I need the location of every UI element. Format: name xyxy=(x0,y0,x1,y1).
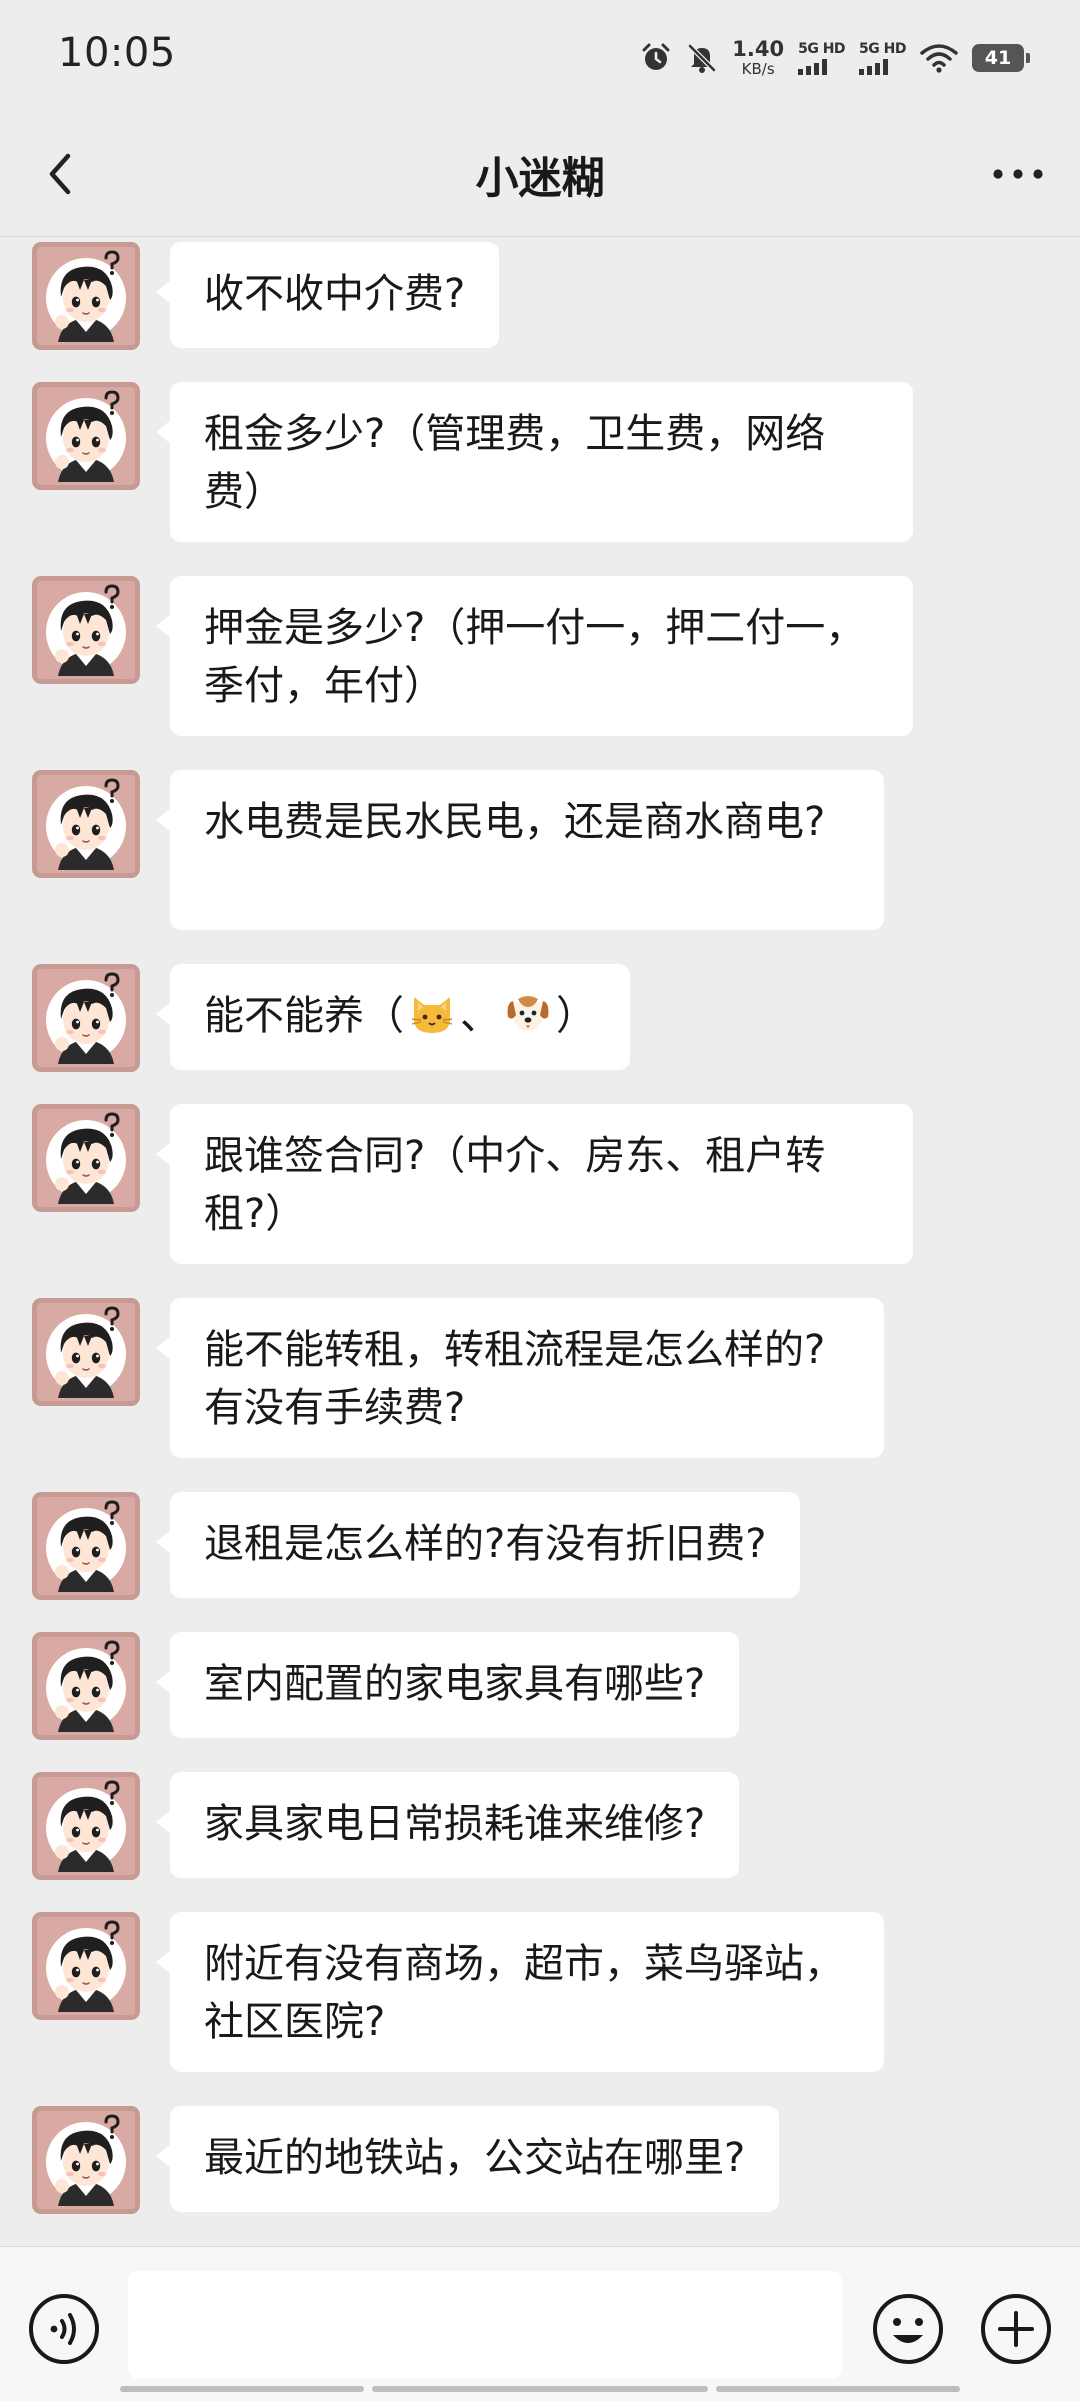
avatar[interactable] xyxy=(32,2106,140,2214)
avatar[interactable] xyxy=(32,1632,140,1740)
net-speed: 1.40 KB/s xyxy=(732,39,784,77)
message-bubble[interactable]: 能不能养（ 、 ） xyxy=(156,964,630,1070)
avatar-image xyxy=(32,1104,140,1212)
ellipsis-icon xyxy=(993,169,1043,179)
chat-title: 小迷糊 xyxy=(475,154,605,204)
message-bubble[interactable]: 收不收中介费? xyxy=(155,242,500,348)
status-icons: 1.40 KB/s 5G HD 5G HD 41 xyxy=(640,34,1030,82)
avatar[interactable] xyxy=(32,770,140,878)
message-bubble[interactable]: 押金是多少?（押一付一，押二付一，季付，年付） xyxy=(156,576,913,736)
message-bubble[interactable]: 室内配置的家电家具有哪些? xyxy=(155,1632,740,1738)
alarm-icon xyxy=(642,43,670,70)
input-bar xyxy=(0,2246,1080,2401)
avatar[interactable] xyxy=(32,1772,140,1880)
chevron-left-icon xyxy=(49,153,71,195)
avatar-image xyxy=(32,382,140,490)
avatar[interactable] xyxy=(32,382,140,490)
signal-sim2: 5G HD xyxy=(859,42,906,75)
wifi-icon xyxy=(920,44,958,73)
smile-icon[interactable] xyxy=(870,2291,946,2367)
sim2-label: 5G HD xyxy=(859,40,906,57)
gesture-bar xyxy=(120,2386,364,2392)
avatar-image xyxy=(32,2106,140,2214)
net-speed-value: 1.40 xyxy=(732,37,785,61)
voice-icon[interactable] xyxy=(26,2291,102,2367)
message-input[interactable] xyxy=(128,2271,842,2379)
signal-icon xyxy=(859,58,889,75)
chat-header: 小迷糊 xyxy=(0,112,1080,237)
message-bubble[interactable]: 水电费是民水民电，还是商水商电? xyxy=(156,770,884,930)
status-bar: 10:05 1.40 KB/s 5G HD 5G HD 41 xyxy=(0,0,1080,112)
avatar-image xyxy=(32,964,140,1072)
more-button[interactable] xyxy=(982,142,1054,206)
cat-face-icon xyxy=(411,997,453,1033)
avatar[interactable] xyxy=(32,964,140,1072)
message-text: 、 xyxy=(460,993,500,1039)
avatar-image xyxy=(32,1492,140,1600)
message-bubble[interactable]: 跟谁签合同?（中介、房东、租户转租?） xyxy=(156,1104,913,1264)
dog-face-icon xyxy=(507,996,549,1031)
message-bubble[interactable]: 退租是怎么样的?有没有折旧费? xyxy=(155,1492,801,1598)
avatar[interactable] xyxy=(32,1298,140,1406)
battery-level: 41 xyxy=(984,47,1012,69)
mute-icon xyxy=(688,44,717,73)
plus-circle-icon[interactable] xyxy=(978,2291,1054,2367)
back-button[interactable] xyxy=(28,142,92,206)
message-bubble[interactable]: 家具家电日常损耗谁来维修? xyxy=(155,1772,740,1878)
avatar-image xyxy=(32,576,140,684)
avatar-image xyxy=(32,1912,140,2020)
avatar[interactable] xyxy=(32,242,140,350)
message-text: ） xyxy=(556,993,596,1039)
gesture-bar xyxy=(372,2386,708,2392)
avatar-image xyxy=(32,1772,140,1880)
net-speed-unit: KB/s xyxy=(741,60,775,78)
message-bubble[interactable]: 最近的地铁站，公交站在哪里? xyxy=(155,2106,780,2212)
avatar-image xyxy=(32,1632,140,1740)
message-bubble[interactable]: 附近有没有商场，超市，菜鸟驿站，社区医院? xyxy=(156,1912,884,2072)
avatar[interactable] xyxy=(32,576,140,684)
signal-sim1: 5G HD xyxy=(798,40,846,75)
signal-icon xyxy=(798,58,828,75)
home-indicator xyxy=(0,2386,1080,2394)
avatar[interactable] xyxy=(32,1912,140,2020)
avatar[interactable] xyxy=(32,1492,140,1600)
avatar-image xyxy=(32,242,140,350)
avatar-image xyxy=(32,1298,140,1406)
sim1-label: 5G HD xyxy=(798,40,846,57)
message-text: 能不能养（ xyxy=(204,993,404,1039)
avatar[interactable] xyxy=(32,1104,140,1212)
message-list[interactable]: 收不收中介费? 租金多少?（管理费，卫生费，网络费） 押金是多少?（押一付一，押… xyxy=(0,236,1080,2246)
message-bubble[interactable]: 租金多少?（管理费，卫生费，网络费） xyxy=(156,382,913,542)
battery-icon: 41 xyxy=(972,44,1030,72)
status-time: 10:05 xyxy=(58,30,176,76)
gesture-bar xyxy=(716,2386,960,2392)
message-bubble[interactable]: 能不能转租，转租流程是怎么样的?有没有手续费? xyxy=(156,1298,884,1458)
avatar-image xyxy=(32,770,140,878)
